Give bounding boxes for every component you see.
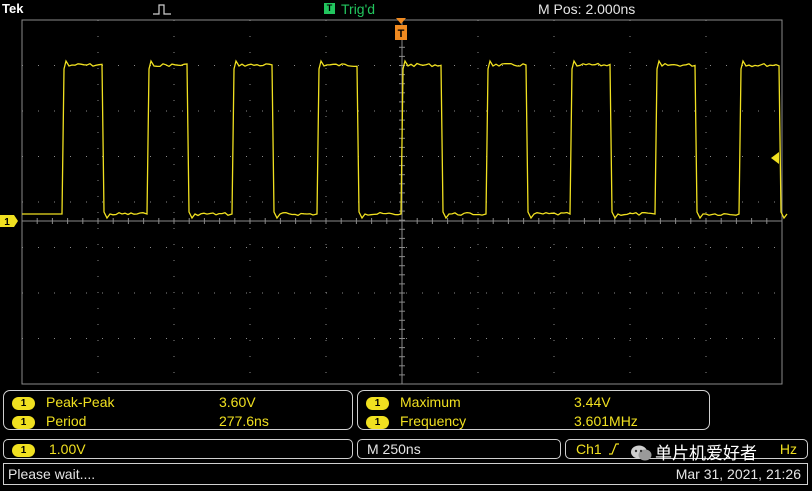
watermark-text: 单片机爱好者	[655, 444, 757, 463]
trigger-marker-label: T	[398, 28, 405, 40]
footer-bar: Please wait.... Mar 31, 2021, 21:26	[3, 463, 808, 485]
channel-1-badge: 1	[12, 396, 35, 410]
measurement-label: Maximum	[400, 394, 461, 410]
rising-edge-icon	[608, 443, 619, 455]
vertical-scale-readout[interactable]: 1 1.00V	[3, 439, 353, 459]
trigger-source: Ch1	[576, 441, 602, 457]
measurement-peak-peak: 1 Peak-Peak 3.60V	[12, 394, 352, 412]
measurement-label: Frequency	[400, 413, 467, 429]
measurement-value: 3.601MHz	[574, 413, 638, 429]
channel-1-badge: 1	[12, 415, 35, 429]
measurement-value: 277.6ns	[219, 413, 269, 429]
trigger-frequency-tail: Hz	[779, 441, 797, 457]
measurement-period: 1 Period 277.6ns	[12, 413, 352, 431]
wechat-logo-icon	[631, 445, 652, 461]
channel-1-badge: 1	[12, 443, 35, 457]
measurement-panel-left: 1 Peak-Peak 3.60V 1 Period 277.6ns	[3, 390, 353, 430]
measurement-value: 3.44V	[574, 394, 611, 410]
trigger-position-marker: T	[395, 18, 407, 40]
channel-1-ground-marker: 1	[0, 215, 18, 228]
status-message: Please wait....	[8, 466, 96, 482]
graticule	[21, 19, 783, 385]
channel-1-waveform	[22, 59, 788, 220]
timebase-value: M 250ns	[367, 441, 421, 457]
trigger-level-marker	[771, 152, 779, 164]
date-time: Mar 31, 2021, 21:26	[675, 466, 801, 482]
measurement-maximum: 1 Maximum 3.44V	[366, 394, 706, 412]
measurement-label: Period	[46, 413, 87, 429]
measurement-panel-right: 1 Maximum 3.44V 1 Frequency 3.601MHz	[357, 390, 710, 430]
measurement-frequency: 1 Frequency 3.601MHz	[366, 413, 706, 431]
timebase-readout[interactable]: M 250ns	[357, 439, 561, 459]
volts-per-div: 1.00V	[49, 441, 86, 457]
measurement-label: Peak-Peak	[46, 394, 115, 410]
wechat-watermark: 单片机爱好者	[630, 439, 757, 463]
channel-marker-label: 1	[4, 217, 10, 228]
measurement-value: 3.60V	[219, 394, 256, 410]
channel-1-badge: 1	[366, 415, 389, 429]
channel-1-badge: 1	[366, 396, 389, 410]
